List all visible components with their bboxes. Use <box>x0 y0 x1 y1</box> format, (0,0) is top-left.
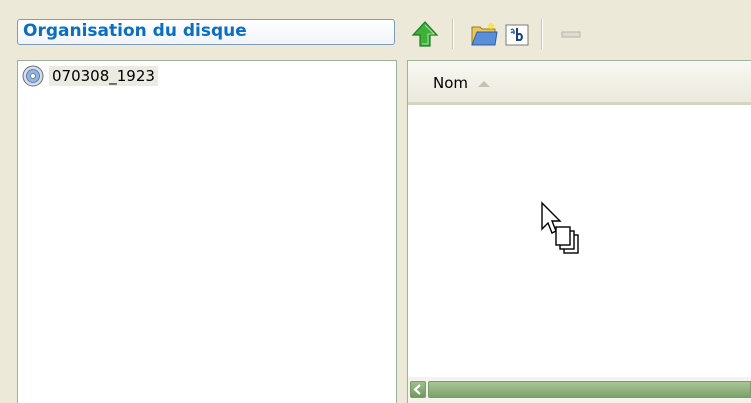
chevron-left-icon <box>413 384 421 395</box>
disk-organization-title-box: Organisation du disque <box>17 19 395 45</box>
column-header-row: Nom <box>408 61 751 105</box>
scrollbar-thumb[interactable] <box>428 381 751 398</box>
panel-title: Organisation du disque <box>23 21 247 41</box>
delete-icon <box>561 31 581 38</box>
column-header-name[interactable]: Nom <box>433 74 468 92</box>
disc-icon <box>22 65 44 87</box>
up-arrow-icon <box>411 21 439 47</box>
toolbar <box>407 16 747 52</box>
rename-icon <box>505 24 529 46</box>
toolbar-separator <box>452 19 454 49</box>
new-folder-button[interactable] <box>469 19 499 49</box>
up-folder-button[interactable] <box>410 19 440 49</box>
scroll-left-button[interactable] <box>410 381 426 398</box>
horizontal-scrollbar[interactable] <box>408 377 751 403</box>
sort-ascending-icon <box>478 81 490 87</box>
new-folder-icon <box>471 23 498 46</box>
rename-button[interactable] <box>502 19 532 49</box>
file-list-pane[interactable]: Nom <box>407 60 751 403</box>
toolbar-separator <box>541 19 543 49</box>
delete-button[interactable] <box>557 19 587 49</box>
drag-copy-cursor-icon <box>541 201 579 254</box>
tree-item-label: 070308_1923 <box>49 66 158 86</box>
folder-tree-pane[interactable]: 070308_1923 <box>17 60 397 403</box>
